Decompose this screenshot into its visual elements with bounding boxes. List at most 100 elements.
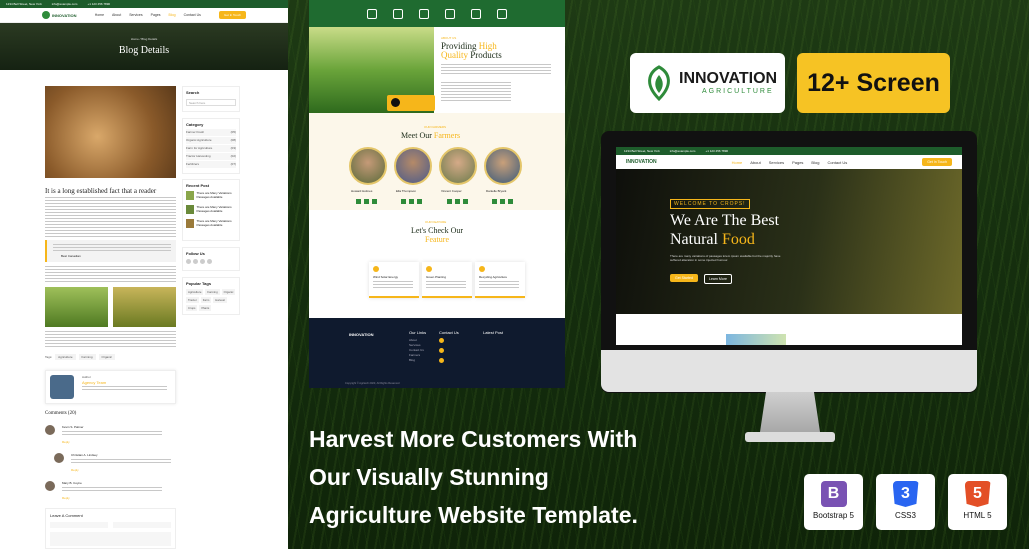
nav-pages[interactable]: Pages [151,13,161,17]
brand-sub: AGRICULTURE [702,88,774,95]
hero-secondary-button[interactable]: Learn More [704,274,732,284]
commenter-avatar [54,453,64,463]
nav-services[interactable]: Services [129,13,142,17]
category-item[interactable]: Organic Agriculture (08) [186,137,236,144]
blog-topbar: 1234 Bell Street, New York info@example.… [0,0,288,8]
category-item[interactable]: Tractor Harvesting (02) [186,153,236,160]
screen-nav-contact[interactable]: Contact Us [827,160,847,165]
feature-subtitle: OUR FEATURE [425,220,447,224]
screen-nav-blog[interactable]: Blog [811,160,819,165]
popular-tag[interactable]: Farming [205,289,220,295]
tag[interactable]: Farming [78,354,96,360]
recent-post-item[interactable]: There are Many Variations Passages Avail… [186,219,236,228]
sidebar-category-title: Category [186,122,204,127]
tagline-line: Our Visually Stunning [309,464,549,490]
barn-icon [445,8,455,19]
nav-blog[interactable]: Blog [169,13,176,17]
footer-col-title: Latest Post [483,330,504,335]
reply-link[interactable]: Reply [62,496,70,500]
follow-title: Follow Us [186,251,205,256]
mail-icon [439,348,444,353]
farmer-name: Danielle Bryant [486,189,507,193]
footer-link[interactable]: Blog [409,358,424,363]
feature-card[interactable]: Wind Solar Energy [369,262,419,298]
author-avatar [50,375,74,399]
commenter-name: Christian A. Lindsey [71,453,98,457]
screen-nav-pages[interactable]: Pages [792,160,803,165]
sidebar-search-input[interactable]: Search here [186,99,236,106]
tagline-line: Agriculture Website Template. [309,502,638,528]
screen-nav-services[interactable]: Services [769,160,784,165]
linkedin-icon[interactable] [207,259,212,264]
sidebar-follow: Follow Us [182,247,240,271]
popular-tag[interactable]: Tractor [186,297,199,303]
nav-contact[interactable]: Contact Us [184,13,201,17]
tag[interactable]: Organic [98,354,116,360]
screen-topbar: 1234 Bell Street, New York info@example.c… [616,147,962,155]
category-item[interactable]: Farmer Fresh (05) [186,129,236,136]
nav-about[interactable]: About [112,13,121,17]
footer-logo: INNOVATION [349,332,374,337]
blog-details-preview: 1234 Bell Street, New York info@example.… [0,0,288,549]
tags-label: Tags: [45,355,53,359]
template-footer: INNOVATION Our Links Contact Us Latest P… [309,318,565,388]
comment-textarea[interactable] [50,532,171,546]
name-input[interactable] [50,522,108,528]
brand-logo-card: INNOVATION AGRICULTURE [630,53,785,113]
hero-primary-button[interactable]: Get Started [670,274,698,282]
feature-title: Let's Check Our Feature [410,226,464,244]
sidebar-category: Category Farmer Fresh (05) Organic Agricu… [182,118,240,174]
farmer-socials [356,199,516,204]
post-tags: Tags: Agriculture Farming Organic [45,354,116,360]
copyright: Copyright © Agritech 2023, All Rights Re… [345,382,400,385]
reply-link[interactable]: Reply [62,440,70,444]
blog-hero: Home / Blog Details Blog Details [0,23,288,70]
category-item[interactable]: Fertilizers (07) [186,161,236,168]
monitor-chin [601,350,977,392]
screen-nav-home[interactable]: Home [732,160,743,165]
feature-card[interactable]: Recycling Agriculture [475,262,525,298]
screen-about-image [726,334,786,345]
blog-nav-menu: Home About Services Pages Blog Contact U… [95,13,201,17]
wind-icon [373,266,379,272]
category-item[interactable]: Farm for Agriculture (03) [186,145,236,152]
hero-welcome: WELCOME TO CROPS! [670,199,750,209]
screen-nav-about[interactable]: About [750,160,760,165]
monitor-stand [760,392,820,432]
tractor-icon [391,98,400,107]
popular-tag[interactable]: Organic [221,289,236,295]
commenter-name: Mary B. Coyne [62,481,82,485]
facebook-icon[interactable] [186,259,191,264]
home-template-preview: ABOUT US Providing High Quality Products … [309,0,565,388]
popular-tag[interactable]: Farm [200,297,212,303]
topbar-email: info@example.com [51,2,78,6]
popular-tag[interactable]: Crops [186,305,198,311]
truck-icon [471,8,481,19]
recent-post-item[interactable]: There are Many Variations Passages Avail… [186,205,236,214]
twitter-icon[interactable] [193,259,198,264]
screen-get-in-touch-button[interactable]: Get In Touch [922,158,952,166]
popular-tag[interactable]: Plants [199,305,212,311]
tag[interactable]: Agriculture [55,354,76,360]
recent-post-item[interactable]: There are Many Variations Passages Avail… [186,191,236,200]
popular-tag[interactable]: Harvest [213,297,227,303]
comment-form: Leave A Comment [45,508,176,549]
feature-icon-strip [309,0,565,27]
sidebar-search-title: Search [186,90,200,95]
nav-home[interactable]: Home [95,13,104,17]
instagram-icon[interactable] [200,259,205,264]
feature-card[interactable]: Green Planting [422,262,472,298]
monitor-base [745,432,835,442]
topbar-address: 1234 Bell Street, New York [6,2,42,6]
html5-badge: 5 HTML 5 [948,474,1007,530]
about-subtitle: ABOUT US [441,36,457,40]
blog-logo[interactable]: INNOVATION [42,11,77,19]
popular-tags-title: Popular Tags [186,281,212,286]
popular-tag[interactable]: Agriculture [186,289,204,295]
fruit-icon [497,8,507,19]
reply-link[interactable]: Reply [71,468,79,472]
html5-icon: 5 [964,481,991,507]
screen-logo[interactable]: INNOVATION [626,159,657,165]
get-in-touch-button[interactable]: Get In Touch [219,11,246,19]
email-input[interactable] [113,522,171,528]
